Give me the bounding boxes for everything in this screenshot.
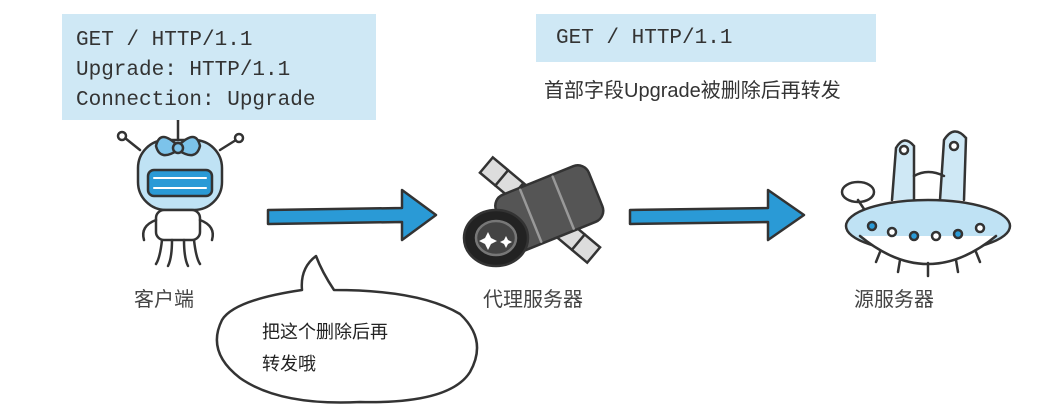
forwarding-note: 首部字段Upgrade被删除后再转发 bbox=[544, 80, 841, 102]
client-label: 客户端 bbox=[134, 289, 194, 311]
ufo-origin-server-icon bbox=[840, 130, 1012, 278]
proxy-label: 代理服务器 bbox=[483, 289, 583, 311]
client-request-box: GET / HTTP/1.1 Upgrade: HTTP/1.1 Connect… bbox=[62, 14, 376, 120]
request-line: GET / HTTP/1.1 bbox=[76, 29, 253, 52]
speech-bubble-line-2: 转发哦 bbox=[262, 354, 316, 375]
arrow-proxy-to-origin bbox=[628, 188, 806, 242]
speech-bubble-line-1: 把这个删除后再 bbox=[262, 322, 388, 343]
connection-header: Connection: Upgrade bbox=[76, 89, 316, 112]
arrow-client-to-proxy bbox=[266, 188, 438, 242]
origin-server-label: 源服务器 bbox=[854, 289, 934, 311]
forwarded-request-box: GET / HTTP/1.1 bbox=[536, 14, 876, 62]
robot-client-icon bbox=[116, 107, 245, 268]
forwarded-request-line: GET / HTTP/1.1 bbox=[556, 27, 733, 50]
upgrade-header: Upgrade: HTTP/1.1 bbox=[76, 59, 291, 82]
satellite-proxy-icon bbox=[462, 155, 605, 268]
